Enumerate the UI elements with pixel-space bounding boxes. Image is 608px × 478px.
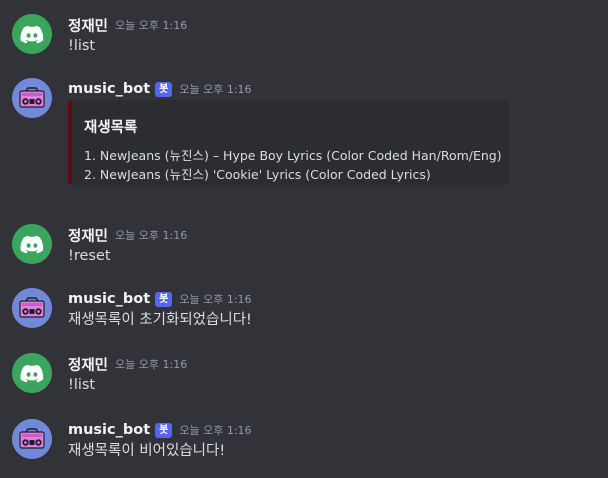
timestamp[interactable]: 오늘 오후 1:16: [179, 81, 251, 97]
username[interactable]: 정재민: [68, 225, 108, 246]
message-header: 정재민 오늘 오후 1:16: [68, 354, 187, 374]
boombox-icon: [12, 78, 52, 118]
boombox-icon[interactable]: [12, 419, 52, 459]
username[interactable]: 정재민: [68, 15, 108, 36]
username[interactable]: music_bot: [68, 291, 150, 307]
playlist-item: 2. NewJeans (뉴진스) 'Cookie' Lyrics (Color…: [84, 167, 431, 182]
chat-messages: 정재민 오늘 오후 1:16 !list music_bot 봇 오늘 오후 1…: [0, 0, 608, 478]
message-header: 정재민 오늘 오후 1:16: [68, 15, 187, 35]
discord-logo-icon[interactable]: [12, 14, 52, 54]
message-content: 재생목록이 초기화되었습니다!: [68, 312, 252, 328]
discord-logo-icon: [12, 14, 52, 54]
message-header: music_bot 봇 오늘 오후 1:16: [68, 420, 252, 440]
playlist-item: 1. NewJeans (뉴진스) – Hype Boy Lyrics (Col…: [84, 148, 502, 163]
discord-logo-icon[interactable]: [12, 224, 52, 264]
timestamp[interactable]: 오늘 오후 1:16: [115, 17, 187, 33]
chat-message: 정재민 오늘 오후 1:16 !list: [0, 14, 608, 58]
bot-tag: 봇: [155, 291, 173, 307]
timestamp[interactable]: 오늘 오후 1:16: [115, 227, 187, 243]
embed-title: 재생목록: [84, 120, 138, 136]
message-header: music_bot 봇 오늘 오후 1:16: [68, 289, 252, 309]
message-header: 정재민 오늘 오후 1:16: [68, 225, 187, 245]
boombox-icon[interactable]: [12, 288, 52, 328]
username[interactable]: music_bot: [68, 422, 150, 438]
username[interactable]: 정재민: [68, 354, 108, 375]
message-content: !list: [68, 377, 96, 393]
bot-tag: 봇: [155, 81, 173, 97]
username[interactable]: music_bot: [68, 81, 150, 97]
message-content: 재생목록이 비어있습니다!: [68, 443, 226, 459]
chat-message: music_bot 봇 오늘 오후 1:16 재생목록이 비어있습니다!: [0, 419, 608, 463]
message-header: music_bot 봇 오늘 오후 1:16: [68, 79, 252, 99]
discord-logo-icon: [12, 353, 52, 393]
boombox-icon[interactable]: [12, 78, 52, 118]
bot-tag: 봇: [155, 422, 173, 438]
timestamp[interactable]: 오늘 오후 1:16: [179, 291, 251, 307]
playlist-embed: 재생목록 1. NewJeans (뉴진스) – Hype Boy Lyrics…: [68, 100, 509, 185]
chat-message: 정재민 오늘 오후 1:16 !list: [0, 353, 608, 397]
timestamp[interactable]: 오늘 오후 1:16: [179, 422, 251, 438]
discord-logo-icon[interactable]: [12, 353, 52, 393]
timestamp[interactable]: 오늘 오후 1:16: [115, 356, 187, 372]
chat-message: 정재민 오늘 오후 1:16 !reset: [0, 224, 608, 268]
boombox-icon: [12, 288, 52, 328]
message-content: !list: [68, 38, 96, 54]
chat-message: music_bot 봇 오늘 오후 1:16 재생목록이 초기화되었습니다!: [0, 288, 608, 332]
chat-message: music_bot 봇 오늘 오후 1:16 재생목록 1. NewJeans …: [0, 78, 608, 200]
embed-description: 1. NewJeans (뉴진스) – Hype Boy Lyrics (Col…: [84, 146, 502, 184]
discord-logo-icon: [12, 224, 52, 264]
boombox-icon: [12, 419, 52, 459]
message-content: !reset: [68, 248, 111, 264]
